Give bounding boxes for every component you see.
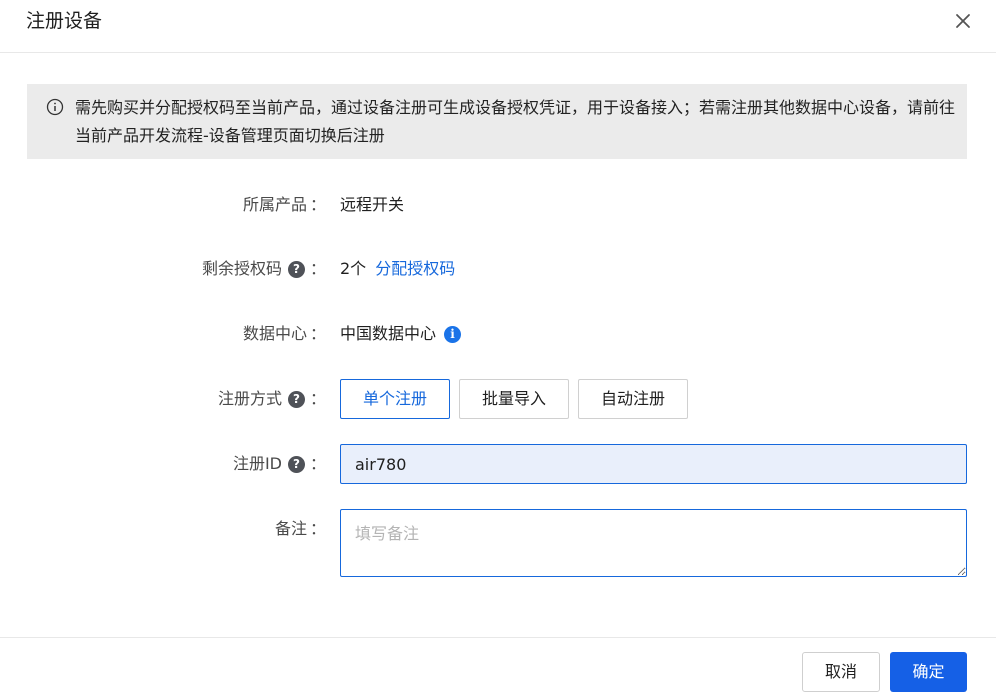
product-label: 所属产品 bbox=[242, 195, 307, 214]
datacenter-value-row: 中国数据中心 i bbox=[340, 323, 462, 345]
colon: ： bbox=[309, 324, 326, 343]
dialog-footer: 取消 确定 bbox=[0, 637, 996, 700]
cancel-button[interactable]: 取消 bbox=[802, 652, 880, 692]
license-label: 剩余授权码 bbox=[201, 259, 282, 278]
license-value: 2个 分配授权码 bbox=[340, 258, 455, 280]
register-id-label: 注册ID bbox=[232, 454, 282, 473]
license-count: 2个 bbox=[340, 259, 367, 278]
product-label-row: 所属产品： bbox=[243, 194, 326, 216]
mode-single-button[interactable]: 单个注册 bbox=[340, 379, 450, 419]
colon: ： bbox=[309, 454, 326, 473]
register-id-input[interactable] bbox=[340, 444, 967, 484]
notice-banner: 需先购买并分配授权码至当前产品，通过设备注册可生成设备授权凭证，用于设备接入；若… bbox=[27, 84, 967, 159]
mode-batch-import-button[interactable]: 批量导入 bbox=[459, 379, 569, 419]
info-circle-icon bbox=[46, 98, 64, 116]
colon: ： bbox=[309, 519, 326, 538]
license-label-row: 剩余授权码 ? ： bbox=[202, 258, 326, 280]
datacenter-value: 中国数据中心 bbox=[340, 324, 437, 343]
mode-label: 注册方式 bbox=[217, 389, 282, 408]
dialog-title: 注册设备 bbox=[26, 10, 103, 32]
remark-textarea[interactable] bbox=[340, 509, 967, 577]
dialog-header: 注册设备 bbox=[0, 0, 996, 53]
datacenter-label: 数据中心 bbox=[242, 324, 307, 343]
notice-text: 需先购买并分配授权码至当前产品，通过设备注册可生成设备授权凭证，用于设备接入；若… bbox=[75, 98, 956, 145]
close-icon[interactable] bbox=[950, 8, 976, 34]
datacenter-label-row: 数据中心： bbox=[243, 323, 326, 345]
remark-label-row: 备注： bbox=[275, 518, 326, 540]
colon: ： bbox=[309, 259, 326, 278]
help-icon[interactable]: ? bbox=[287, 260, 305, 278]
colon: ： bbox=[309, 195, 326, 214]
colon: ： bbox=[309, 389, 326, 408]
confirm-button[interactable]: 确定 bbox=[890, 652, 967, 692]
help-icon[interactable]: ? bbox=[287, 455, 305, 473]
info-icon[interactable]: i bbox=[444, 325, 462, 343]
register-device-dialog: 注册设备 需先购买并分配授权码至当前产品，通过设备注册可生成设备授权凭证，用于设… bbox=[0, 0, 996, 700]
mode-label-row: 注册方式 ? ： bbox=[218, 388, 326, 410]
mode-auto-register-button[interactable]: 自动注册 bbox=[578, 379, 688, 419]
register-id-label-row: 注册ID ? ： bbox=[233, 453, 326, 475]
remark-label: 备注 bbox=[274, 519, 307, 538]
product-value: 远程开关 bbox=[340, 195, 405, 214]
assign-license-link[interactable]: 分配授权码 bbox=[375, 258, 455, 280]
help-icon[interactable]: ? bbox=[287, 390, 305, 408]
